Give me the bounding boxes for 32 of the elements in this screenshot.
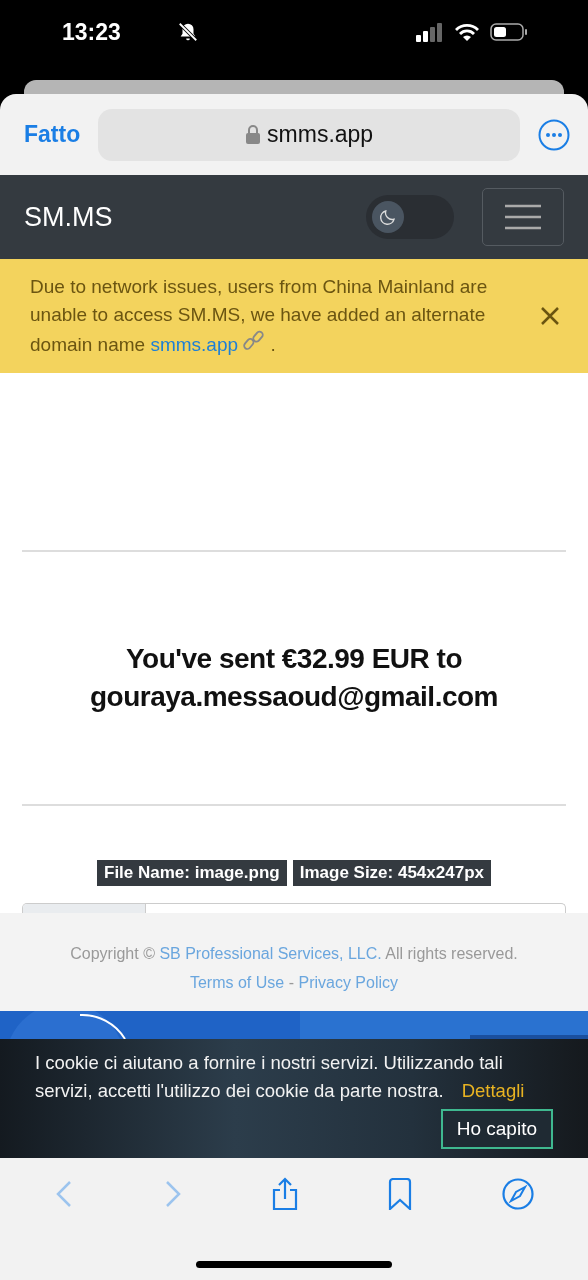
wifi-icon — [454, 22, 480, 42]
dark-mode-switch[interactable] — [366, 195, 454, 239]
menu-icon — [504, 203, 542, 231]
separator-text: - — [288, 974, 294, 991]
image-text: gouraya.messaoud@gmail.com — [90, 680, 498, 715]
moon-icon — [379, 208, 397, 226]
done-button[interactable]: Fatto — [24, 121, 81, 148]
info-badge: Image Size: 454x247px — [292, 860, 491, 887]
domain-link[interactable]: smms.app — [150, 334, 239, 355]
details-link[interactable]: Dettagli — [461, 1080, 525, 1101]
clock-time: 13:23 — [62, 18, 121, 46]
menu-button[interactable] — [482, 188, 564, 246]
address-field[interactable]: smms.app — [98, 108, 520, 161]
bookmark-icon[interactable] — [387, 1178, 414, 1210]
privacy-link[interactable]: Privacy Policy — [298, 974, 399, 991]
brand-name[interactable]: SM.MS — [24, 201, 338, 233]
cookie-text: I cookie ci aiutano a fornire i nostri servizi. Utilizzando tali servizi, accetti l'utilizzo dei cookie da parte nostra. Dettagli — [35, 1051, 526, 1103]
more-icon[interactable] — [538, 118, 570, 151]
image-text: You've sent €32.99 EUR to — [126, 642, 462, 677]
accept-button[interactable]: Ho capito — [440, 1109, 553, 1149]
info-badge: File Name: image.png — [97, 860, 287, 887]
copyright-text: Copyright © — [70, 945, 155, 962]
battery-icon — [490, 22, 528, 42]
close-icon[interactable] — [540, 306, 560, 326]
company-link[interactable]: SB Professional Services, LLC. — [159, 945, 382, 962]
notice-text: Due to network issues, users from China Mainland are unable to access SM.MS, we have added an alternate domain name smms.app . — [30, 275, 489, 357]
chain-link-icon — [243, 329, 266, 351]
share-icon[interactable] — [270, 1177, 299, 1211]
terms-link[interactable]: Terms of Use — [189, 974, 285, 991]
rights-text: All rights reserved. — [385, 945, 518, 962]
compass-icon[interactable] — [501, 1178, 534, 1210]
signal-icon — [416, 22, 444, 42]
